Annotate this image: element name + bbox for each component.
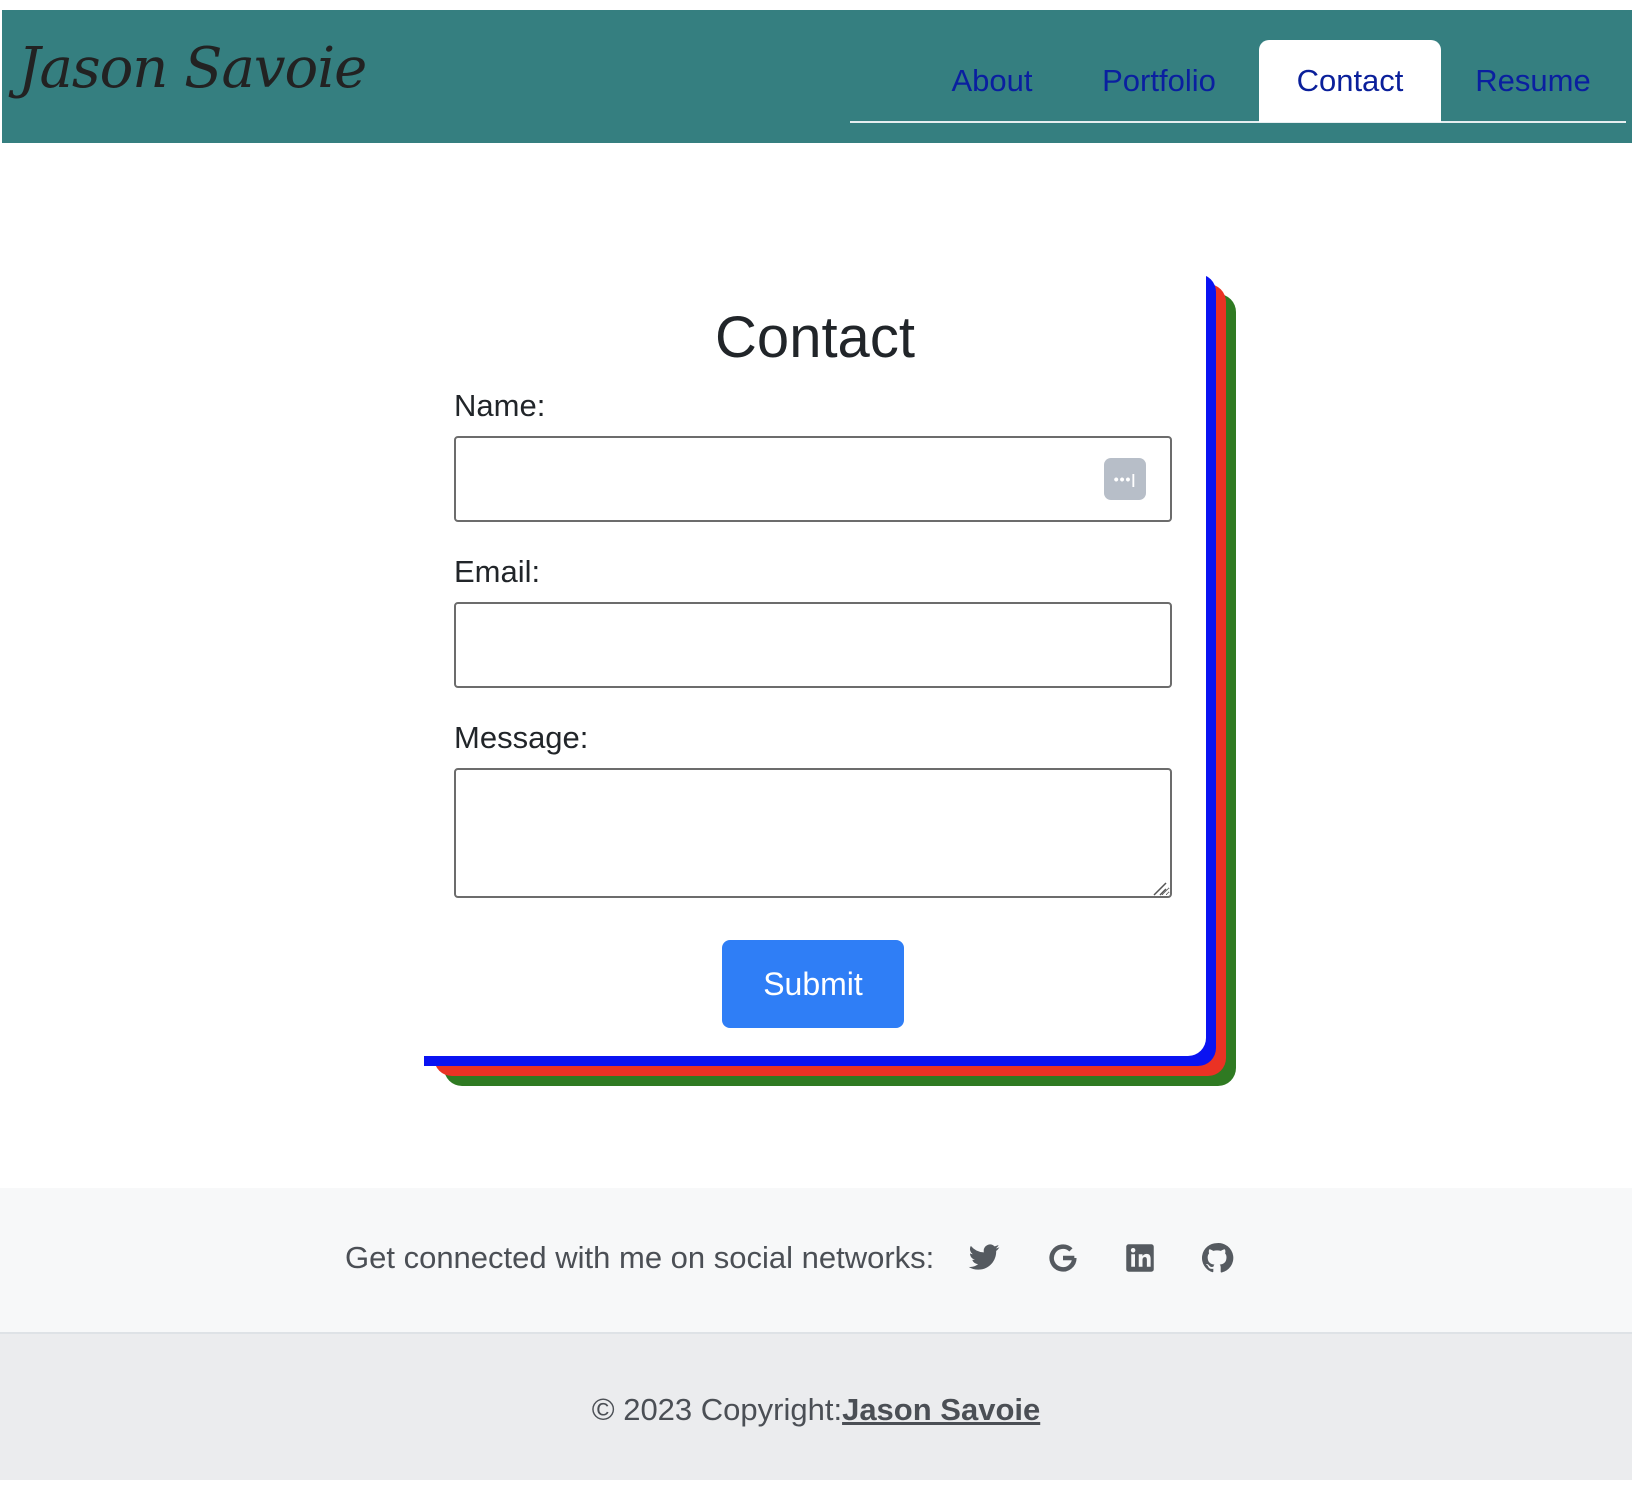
- nav-resume[interactable]: Resume: [1458, 40, 1608, 122]
- name-label: Name:: [454, 388, 546, 423]
- nav-contact[interactable]: Contact: [1259, 40, 1441, 122]
- email-field[interactable]: [454, 602, 1172, 688]
- google-icon[interactable]: [1045, 1240, 1081, 1276]
- password-manager-key-icon[interactable]: •••|: [1104, 458, 1146, 500]
- contact-heading: Contact: [715, 305, 915, 370]
- github-icon[interactable]: [1199, 1240, 1235, 1276]
- social-footer: Get connected with me on social networks…: [0, 1188, 1632, 1334]
- contact-card: Contact Name: •••| Email: Message: Submi…: [424, 274, 1206, 1056]
- name-field[interactable]: [454, 436, 1172, 522]
- main-nav: About Portfolio Contact Resume: [850, 30, 1626, 123]
- message-field[interactable]: [454, 768, 1172, 898]
- copyright-line: © 2023 Copyright:Jason Savoie: [0, 1392, 1632, 1428]
- copyright-link[interactable]: Jason Savoie: [842, 1392, 1040, 1427]
- email-label: Email:: [454, 554, 541, 589]
- brand-title: Jason Savoie: [18, 36, 367, 101]
- twitter-icon[interactable]: [966, 1240, 1002, 1276]
- copyright-text: © 2023 Copyright:: [591, 1392, 843, 1427]
- resize-grip-icon[interactable]: [1152, 882, 1168, 896]
- linkedin-icon[interactable]: [1122, 1240, 1158, 1276]
- message-label: Message:: [454, 720, 589, 755]
- social-text: Get connected with me on social networks…: [345, 1240, 935, 1275]
- site-header: Jason Savoie About Portfolio Contact Res…: [2, 10, 1632, 143]
- copyright-footer: © 2023 Copyright:Jason Savoie: [0, 1334, 1632, 1480]
- submit-button[interactable]: Submit: [722, 940, 904, 1028]
- nav-about[interactable]: About: [920, 40, 1064, 122]
- nav-portfolio[interactable]: Portfolio: [1082, 40, 1236, 122]
